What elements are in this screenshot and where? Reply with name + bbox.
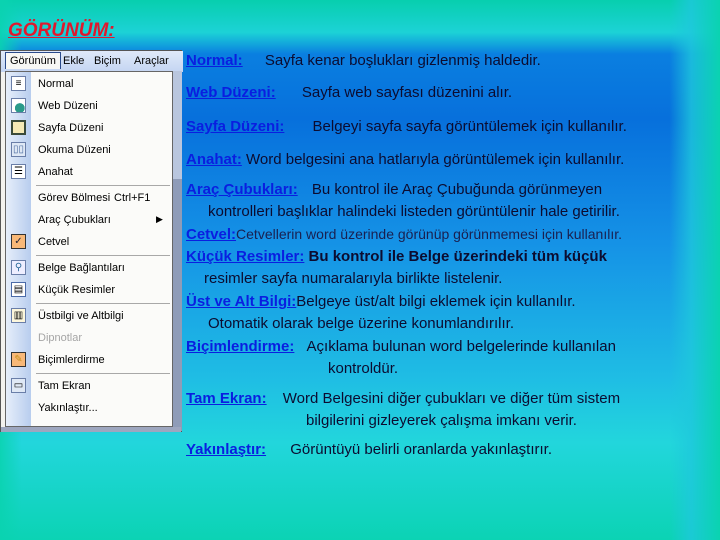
- menu-item-sayfa-duzeni[interactable]: Sayfa Düzeni: [6, 118, 172, 138]
- thumbnails-icon: ▤: [11, 282, 26, 297]
- term-link[interactable]: Cetvel:: [186, 226, 236, 243]
- underlying-window: [173, 71, 182, 431]
- menu-separator: [36, 303, 170, 304]
- outline-icon: ☰: [11, 164, 26, 179]
- definition-arac-cubuklari: Araç Çubukları: Bu kontrol ile Araç Çubu…: [186, 181, 602, 198]
- document-map-icon: ⚲: [11, 260, 26, 275]
- check-icon: ✓: [11, 234, 26, 249]
- menubar-item-ekle[interactable]: Ekle: [63, 55, 84, 67]
- menu-item-anahat[interactable]: ☰ Anahat: [6, 162, 172, 182]
- menu-separator: [36, 185, 170, 186]
- definition-sayfa-duzeni: Sayfa Düzeni: Belgeyi sayfa sayfa görünt…: [186, 118, 627, 135]
- header-footer-icon: ▥: [11, 308, 26, 323]
- menu-item-web-duzeni[interactable]: Web Düzeni: [6, 96, 172, 116]
- normal-view-icon: ≡: [11, 76, 26, 91]
- definition-text: Word belgesini ana hatlarıyla görüntülem…: [246, 151, 625, 168]
- term-link[interactable]: Web Düzeni:: [186, 84, 276, 101]
- definition-kucuk-resimler: Küçük Resimler: Bu kontrol ile Belge üze…: [186, 248, 607, 265]
- definition-text: Açıklama bulunan word belgelerinde kulla…: [306, 338, 616, 355]
- menu-item-normal[interactable]: ≡ Normal: [6, 74, 172, 94]
- menu-item-tam-ekran[interactable]: ▭ Tam Ekran: [6, 376, 172, 396]
- definition-text: Sayfa web sayfası düzenini alır.: [301, 84, 513, 101]
- menu-separator: [36, 255, 170, 256]
- definition-continuation: Otomatik olarak belge üzerine konumlandı…: [208, 315, 514, 332]
- definition-text: Sayfa kenar boşlukları gizlenmiş haldedi…: [264, 52, 541, 69]
- shortcut-label: Ctrl+F1: [114, 192, 151, 204]
- menu-item-arac-cubuklari[interactable]: Araç Çubukları ▶: [6, 210, 172, 230]
- menu-separator: [36, 373, 170, 374]
- definition-continuation: bilgilerini gizleyerek çalışma imkanı ve…: [306, 412, 577, 429]
- definition-continuation: kontroldür.: [328, 360, 399, 377]
- menu-bar: Görünüm Ekle Biçim Araçlar: [1, 51, 183, 72]
- submenu-arrow-icon: ▶: [156, 214, 163, 224]
- definition-normal: Normal: Sayfa kenar boşlukları gizlenmiş…: [186, 52, 541, 69]
- markup-icon: ✎: [11, 352, 26, 367]
- term-link[interactable]: Anahat:: [186, 151, 242, 168]
- term-link[interactable]: Araç Çubukları:: [186, 181, 298, 198]
- term-link[interactable]: Biçimlendirme:: [186, 338, 294, 355]
- page-layout-icon: [11, 120, 26, 135]
- term-link[interactable]: Normal:: [186, 52, 243, 69]
- menubar-item-araclar[interactable]: Araçlar: [134, 55, 169, 67]
- definition-text: Belgeyi sayfa sayfa görüntülemek için ku…: [312, 118, 627, 135]
- definition-bicimlendirme: Biçimlendirme: Açıklama bulunan word bel…: [186, 338, 616, 355]
- web-layout-icon: [11, 98, 26, 113]
- menu-item-yakinlastir[interactable]: Yakınlaştır...: [6, 398, 172, 418]
- menu-item-kucuk-resimler[interactable]: ▤ Küçük Resimler: [6, 280, 172, 300]
- definition-ust-alt-bilgi: Üst ve Alt Bilgi:Belgeye üst/alt bilgi e…: [186, 293, 576, 310]
- definition-text: Word Belgesini diğer çubukları ve diğer …: [282, 390, 621, 407]
- term-link[interactable]: Sayfa Düzeni:: [186, 118, 284, 135]
- menu-item-bicimlendirme[interactable]: ✎ Biçimlerdirme: [6, 350, 172, 370]
- definition-text: Bu kontrol ile Araç Çubuğunda görünmeyen: [311, 181, 603, 198]
- definition-continuation: kontrolleri başlıklar halindeki listeden…: [208, 203, 620, 220]
- slide-title: GÖRÜNÜM:: [8, 20, 115, 41]
- menu-screenshot: Görünüm Ekle Biçim Araçlar ≡ Normal Web …: [0, 50, 183, 432]
- definition-tam-ekran: Tam Ekran: Word Belgesini diğer çubuklar…: [186, 390, 620, 407]
- definition-web-duzeni: Web Düzeni: Sayfa web sayfası düzenini a…: [186, 84, 512, 101]
- menu-item-okuma-duzeni[interactable]: ▯▯ Okuma Düzeni: [6, 140, 172, 160]
- definition-text: Cetvellerin word üzerinde görünüp görünm…: [236, 226, 623, 242]
- menubar-item-gorunum[interactable]: Görünüm: [5, 52, 61, 69]
- menu-item-belge-baglantilari[interactable]: ⚲ Belge Bağlantıları: [6, 258, 172, 278]
- menu-item-dipnotlar: Dipnotlar: [38, 332, 83, 344]
- definition-cetvel: Cetvel:Cetvellerin word üzerinde görünüp…: [186, 226, 622, 243]
- term-link[interactable]: Üst ve Alt Bilgi:: [186, 293, 296, 310]
- underlying-window-status: [1, 427, 181, 432]
- full-screen-icon: ▭: [11, 378, 26, 393]
- menu-item-gorev-bolmesi[interactable]: Görev Bölmesi Ctrl+F1: [6, 188, 172, 208]
- menu-item-cetvel[interactable]: ✓ Cetvel: [6, 232, 172, 252]
- definition-continuation: resimler sayfa numaralarıyla birlikte li…: [204, 270, 503, 287]
- view-menu: ≡ Normal Web Düzeni Sayfa Düzeni ▯▯ Okum…: [5, 71, 173, 427]
- definition-text: Bu kontrol ile Belge üzerindeki tüm küçü…: [308, 248, 607, 265]
- term-link[interactable]: Tam Ekran:: [186, 390, 267, 407]
- term-link[interactable]: Küçük Resimler:: [186, 248, 304, 265]
- definition-text: Görüntüyü belirli oranlarda yakınlaştırı…: [290, 441, 553, 458]
- reading-layout-icon: ▯▯: [11, 142, 26, 157]
- menu-item-ustbilgi-altbilgi[interactable]: ▥ Üstbilgi ve Altbilgi: [6, 306, 172, 326]
- definition-yakinlastir: Yakınlaştır: Görüntüyü belirli oranlarda…: [186, 441, 552, 458]
- term-link[interactable]: Yakınlaştır:: [186, 441, 266, 458]
- menubar-item-bicim[interactable]: Biçim: [94, 55, 121, 67]
- definition-anahat: Anahat: Word belgesini ana hatlarıyla gö…: [186, 151, 624, 168]
- definition-text: Belgeye üst/alt bilgi eklemek için kulla…: [296, 293, 576, 310]
